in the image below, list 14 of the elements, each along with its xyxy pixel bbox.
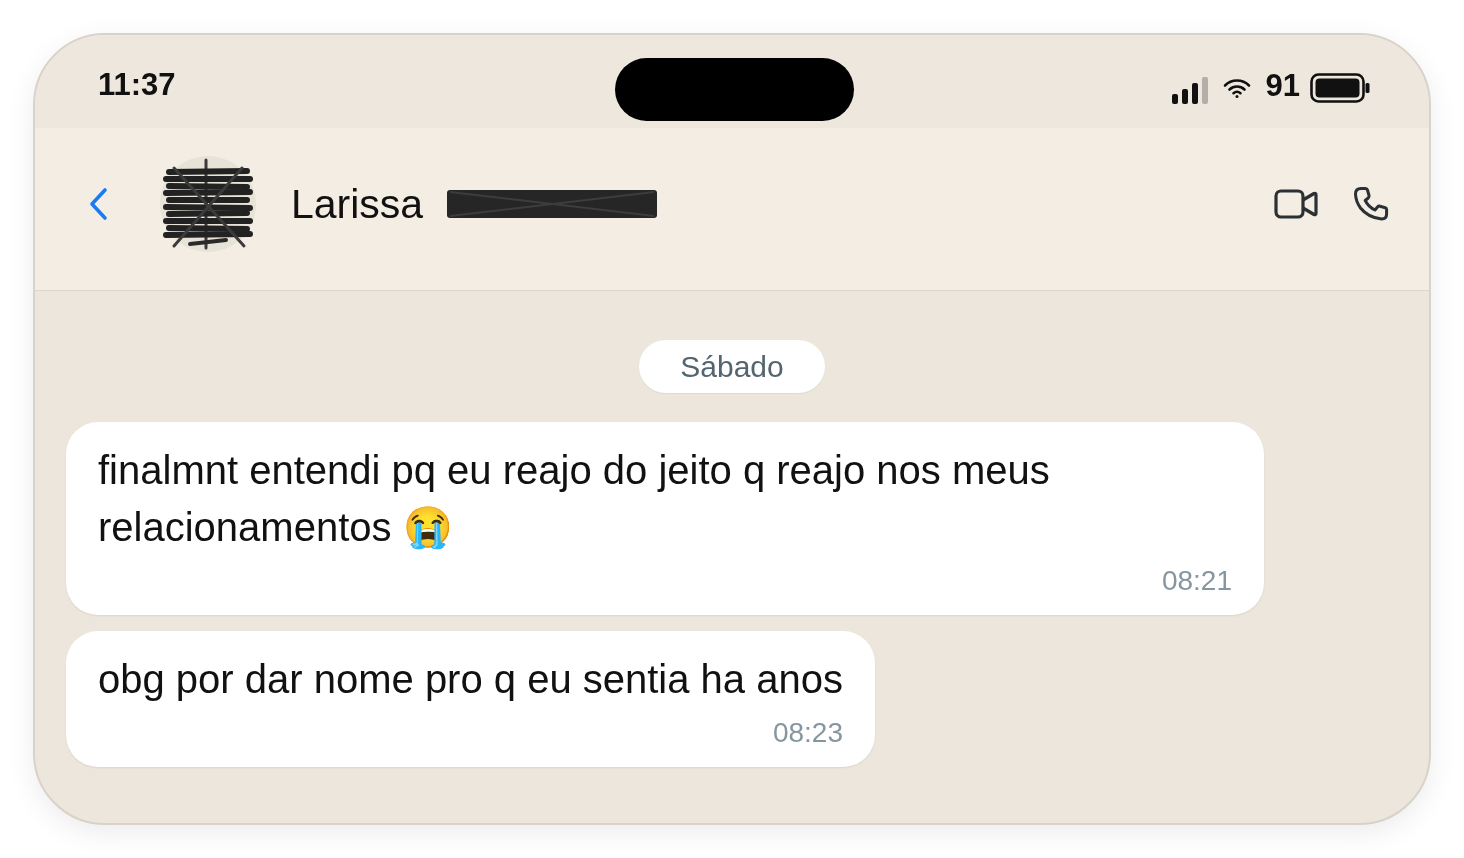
message-time: 08:23 [772, 716, 843, 750]
back-chevron-icon [88, 187, 108, 221]
video-camera-icon [1274, 188, 1318, 220]
battery-percent: 91 [1265, 69, 1300, 103]
status-time: 11:37 [98, 67, 176, 103]
contact-name: Larissa [291, 180, 424, 228]
wifi-icon [1222, 78, 1251, 98]
date-chip: Sábado [639, 340, 825, 393]
battery-icon [1310, 73, 1370, 103]
message-time: 08:21 [1161, 564, 1232, 598]
message-text: finalmnt entendi pq eu reajo do jeito q reajo nos meus relacionamentos 😭 [98, 447, 1051, 552]
phone-icon [1353, 186, 1389, 222]
signal-icon [1171, 77, 1208, 104]
message-text: obg por dar nome pro q eu sentia ha anos [98, 656, 843, 703]
